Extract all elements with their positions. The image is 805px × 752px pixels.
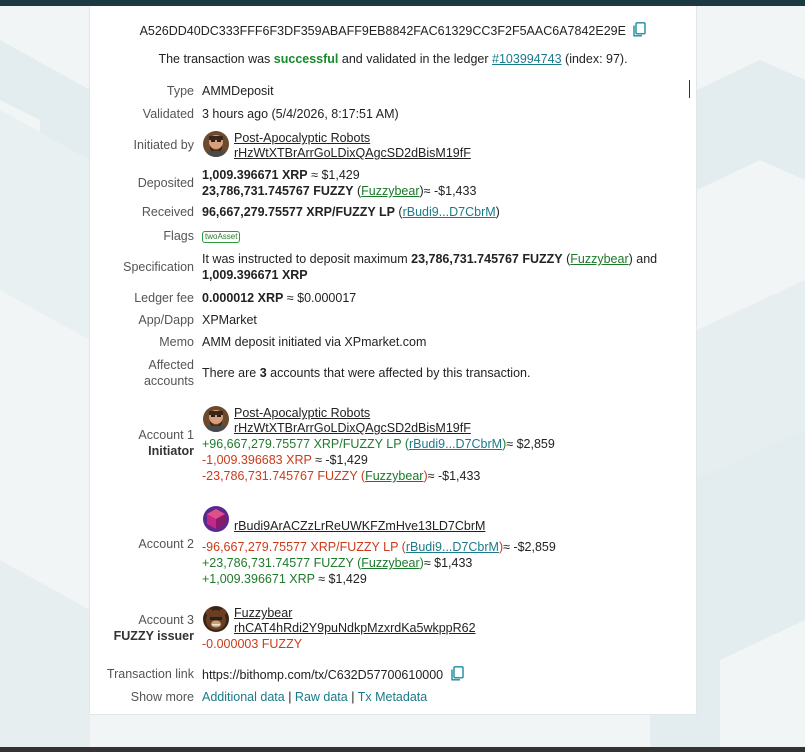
type-value: AMMDeposit: [202, 84, 274, 98]
additional-data-link[interactable]: Additional data: [202, 690, 285, 704]
tx-hash-row: A526DD40DC333FFF6F3DF359ABAFF9EB8842FAC6…: [90, 22, 696, 40]
app-value: XPMarket: [202, 313, 257, 327]
deposited-fuzzy: 23,786,731.745767 FUZZY: [202, 184, 354, 198]
avatar-cube: [203, 506, 229, 532]
received-amm-link[interactable]: rBudi9...D7CbrM: [403, 205, 496, 219]
avatar-robot: [203, 406, 229, 432]
fuzzybear-link[interactable]: Fuzzybear: [361, 184, 419, 198]
transaction-card: A526DD40DC333FFF6F3DF359ABAFF9EB8842FAC6…: [89, 6, 697, 715]
tx-hash: A526DD40DC333FFF6F3DF359ABAFF9EB8842FAC6…: [139, 24, 626, 38]
account-3-address-link[interactable]: rhCAT4hRdi2Y9puNdkpMzxrdKa5wkppR62: [234, 620, 476, 636]
status-badge: successful: [273, 52, 339, 66]
tx-link-value: https://bithomp.com/tx/C632D57700610000: [202, 668, 444, 682]
deposited-xrp: 1,009.396671 XRP: [202, 168, 308, 182]
tx-status: The transaction was successful and valid…: [158, 52, 628, 66]
account-2-amm-link[interactable]: rBudi9...D7CbrM: [406, 540, 499, 554]
flag-badge: twoAsset: [202, 231, 241, 243]
bottom-bar: [0, 747, 805, 752]
spec-fuzzybear-link[interactable]: Fuzzybear: [570, 252, 628, 266]
account-3-amount: -0.000003 FUZZY: [202, 637, 303, 651]
copy-icon[interactable]: [450, 666, 464, 685]
copy-icon[interactable]: [633, 22, 647, 40]
raw-data-link[interactable]: Raw data: [295, 690, 348, 704]
account-1-name-link[interactable]: Post-Apocalyptic Robots: [234, 405, 370, 421]
avatar-robot: [203, 131, 229, 157]
initiator-address-link[interactable]: rHzWtXTBrArrGoLDixQAgcSD2dBisM19fF: [234, 145, 471, 161]
account-2-address-link[interactable]: rBudi9ArACZzLrReUWKFZmHve13LD7CbrM: [234, 518, 485, 534]
account-2-fuzzybear-link[interactable]: Fuzzybear: [361, 556, 419, 570]
memo-value: AMM deposit initiated via XPmarket.com: [202, 335, 427, 349]
account-1-amm-link[interactable]: rBudi9...D7CbrM: [409, 437, 502, 451]
validated-value: 3 hours ago (5/4/2026, 8:17:51 AM): [202, 107, 399, 121]
account-1-fuzzybear-link[interactable]: Fuzzybear: [365, 469, 423, 483]
text-cursor: [689, 80, 690, 98]
account-3-name-link[interactable]: Fuzzybear: [234, 605, 292, 621]
initiator-name-link[interactable]: Post-Apocalyptic Robots: [234, 130, 370, 146]
account-1-address-link[interactable]: rHzWtXTBrArrGoLDixQAgcSD2dBisM19fF: [234, 420, 471, 436]
ledger-link[interactable]: #103994743: [492, 52, 562, 66]
received-value: 96,667,279.75577 XRP/FUZZY LP: [202, 205, 395, 219]
tx-metadata-link[interactable]: Tx Metadata: [358, 690, 427, 704]
avatar-bear: [203, 606, 229, 632]
fee-value: 0.000012 XRP: [202, 291, 284, 305]
